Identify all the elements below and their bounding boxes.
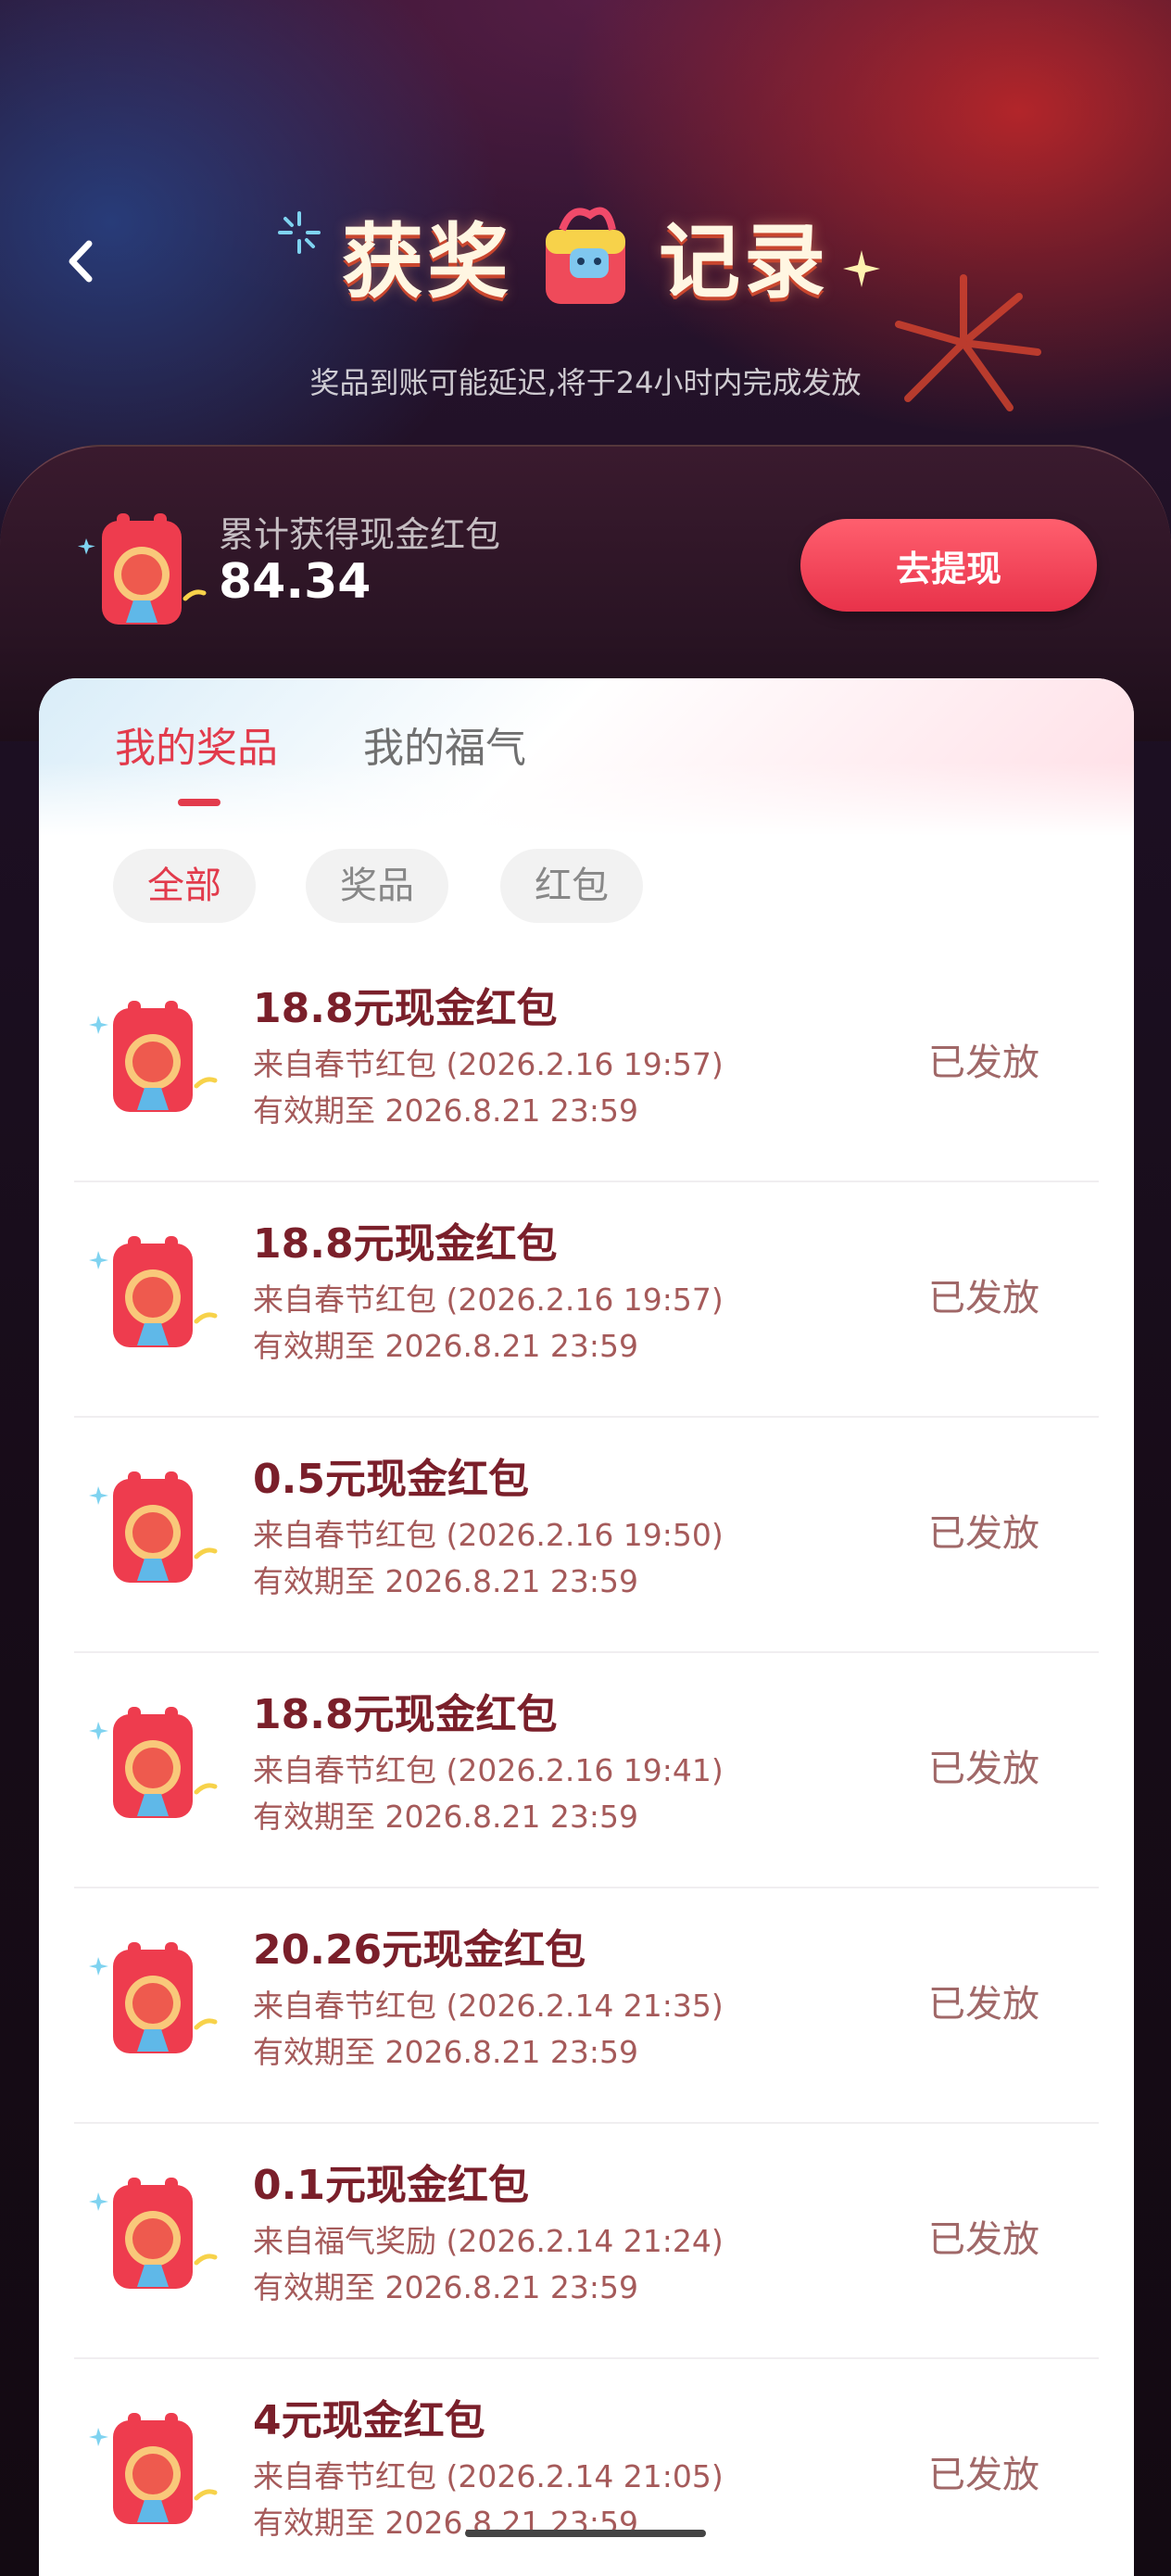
red-packet-icon xyxy=(77,513,207,625)
record-row[interactable]: 0.1元现金红包 来自福气奖励 (2026.2.14 21:24) 有效期至 2… xyxy=(39,2124,1134,2359)
red-packet-icon xyxy=(89,2178,218,2289)
summary-amount: 84.34 xyxy=(219,554,371,610)
red-packet-icon xyxy=(89,1942,218,2053)
records-list: 18.8元现金红包 来自春节红包 (2026.2.16 19:57) 有效期至 … xyxy=(39,947,1134,2576)
record-row[interactable]: 20.26元现金红包 来自春节红包 (2026.2.14 21:35) 有效期至… xyxy=(39,1888,1134,2124)
record-source: 来自春节红包 (2026.2.16 19:41) xyxy=(253,1752,724,1788)
record-title: 18.8元现金红包 xyxy=(253,1691,558,1738)
page-title: 获奖 记录 xyxy=(0,185,1171,324)
record-row[interactable]: 0.5元现金红包 来自春节红包 (2026.2.16 19:50) 有效期至 2… xyxy=(39,1418,1134,1653)
record-status: 已发放 xyxy=(928,1512,1039,1555)
record-source: 来自春节红包 (2026.2.16 19:57) xyxy=(253,1046,724,1082)
record-row[interactable]: 4元现金红包 来自春节红包 (2026.2.14 21:05) 有效期至 202… xyxy=(39,2359,1134,2576)
record-expiry: 有效期至 2026.8.21 23:59 xyxy=(253,2269,639,2305)
record-status: 已发放 xyxy=(928,2218,1039,2261)
record-source: 来自春节红包 (2026.2.14 21:35) xyxy=(253,1988,724,2024)
red-packet-icon xyxy=(89,2413,218,2524)
record-row[interactable]: 18.8元现金红包 来自春节红包 (2026.2.16 19:57) 有效期至 … xyxy=(39,1182,1134,1418)
record-status: 已发放 xyxy=(928,1748,1039,1790)
record-expiry: 有效期至 2026.8.21 23:59 xyxy=(253,1799,639,1835)
tab-my-prizes[interactable]: 我的奖品 xyxy=(115,721,278,777)
record-expiry: 有效期至 2026.8.21 23:59 xyxy=(253,1563,639,1599)
home-indicator xyxy=(465,2530,706,2537)
record-source: 来自春节红包 (2026.2.16 19:50) xyxy=(253,1517,724,1553)
red-packet-icon xyxy=(89,1001,218,1112)
filter-chip-red-packets[interactable]: 红包 xyxy=(500,849,643,923)
withdraw-button[interactable]: 去提现 xyxy=(800,519,1097,612)
record-expiry: 有效期至 2026.8.21 23:59 xyxy=(253,1328,639,1364)
record-expiry: 有效期至 2026.8.21 23:59 xyxy=(253,1092,639,1129)
record-status: 已发放 xyxy=(928,1277,1039,1320)
tab-my-blessings[interactable]: 我的福气 xyxy=(363,721,526,777)
record-status: 已发放 xyxy=(928,1042,1039,1084)
active-tab-indicator xyxy=(178,799,220,806)
record-title: 0.1元现金红包 xyxy=(253,2162,529,2209)
record-title: 20.26元现金红包 xyxy=(253,1926,586,1974)
summary-label: 累计获得现金红包 xyxy=(219,514,501,555)
filter-chip-all[interactable]: 全部 xyxy=(113,849,256,923)
record-row[interactable]: 18.8元现金红包 来自春节红包 (2026.2.16 19:41) 有效期至 … xyxy=(39,1653,1134,1888)
record-status: 已发放 xyxy=(928,1983,1039,2026)
record-status: 已发放 xyxy=(928,2454,1039,2496)
prize-records-page: 获奖 记录 奖品到账可能延迟,将于24小时内完成发放 累计获得现金红包 84.3… xyxy=(0,0,1171,2576)
record-title: 4元现金红包 xyxy=(253,2397,485,2444)
record-expiry: 有效期至 2026.8.21 23:59 xyxy=(253,2034,639,2070)
record-source: 来自春节红包 (2026.2.14 21:05) xyxy=(253,2458,724,2494)
record-source: 来自福气奖励 (2026.2.14 21:24) xyxy=(253,2223,724,2259)
records-card: 我的奖品 我的福气 全部 奖品 红包 18.8元现金红包 来自春节红包 (202… xyxy=(39,678,1134,2576)
record-title: 0.5元现金红包 xyxy=(253,1456,529,1503)
gift-bag-icon xyxy=(546,207,625,304)
record-title: 18.8元现金红包 xyxy=(253,1220,558,1268)
title-right-text: 记录 xyxy=(659,213,830,309)
record-row[interactable]: 18.8元现金红包 来自春节红包 (2026.2.16 19:57) 有效期至 … xyxy=(39,947,1134,1182)
red-packet-icon xyxy=(89,1471,218,1583)
record-source: 来自春节红包 (2026.2.16 19:57) xyxy=(253,1282,724,1318)
red-packet-icon xyxy=(89,1707,218,1818)
record-title: 18.8元现金红包 xyxy=(253,985,558,1032)
title-left-text: 获奖 xyxy=(341,213,512,309)
page-subtitle: 奖品到账可能延迟,将于24小时内完成发放 xyxy=(309,365,862,400)
red-packet-icon xyxy=(89,1236,218,1347)
filter-chip-prizes[interactable]: 奖品 xyxy=(306,849,448,923)
